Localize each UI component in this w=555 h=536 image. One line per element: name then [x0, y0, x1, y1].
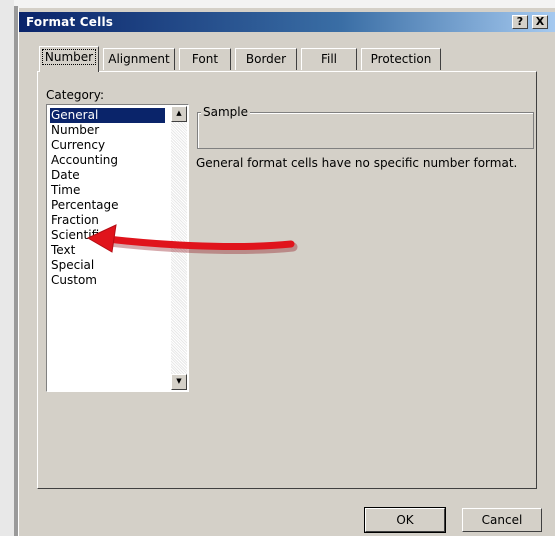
sample-label: Sample [201, 105, 250, 119]
background-page [0, 0, 14, 536]
window-title: Format Cells [26, 15, 114, 29]
scroll-up-icon[interactable]: ▲ [171, 106, 187, 122]
category-item-general[interactable]: General [50, 108, 165, 123]
tab-border[interactable]: Border [235, 48, 297, 70]
category-item-special[interactable]: Special [50, 258, 165, 273]
category-item-accounting[interactable]: Accounting [50, 153, 165, 168]
title-bar[interactable]: Format Cells ? X [19, 12, 555, 32]
category-item-currency[interactable]: Currency [50, 138, 165, 153]
tab-alignment[interactable]: Alignment [103, 48, 175, 70]
close-button[interactable]: X [532, 15, 548, 29]
format-cells-dialog: Format Cells ? X Number Alignment Font B… [18, 8, 555, 536]
ok-button[interactable]: OK [364, 507, 446, 533]
scroll-down-icon[interactable]: ▼ [171, 374, 187, 390]
category-label: Category: [46, 88, 104, 102]
tab-fill[interactable]: Fill [301, 48, 357, 70]
category-item-number[interactable]: Number [50, 123, 165, 138]
category-item-fraction[interactable]: Fraction [50, 213, 165, 228]
tab-strip: Number Alignment Font Border Fill Protec… [39, 46, 539, 72]
category-scrollbar[interactable]: ▲ ▼ [171, 106, 187, 390]
category-item-time[interactable]: Time [50, 183, 165, 198]
cancel-button[interactable]: Cancel [462, 508, 542, 532]
tab-number[interactable]: Number [39, 46, 99, 72]
tab-font[interactable]: Font [179, 48, 231, 70]
category-listbox[interactable]: General Number Currency Accounting Date … [46, 104, 189, 392]
help-button[interactable]: ? [512, 15, 528, 29]
format-description: General format cells have no specific nu… [196, 156, 518, 170]
tab-number-label: Number [41, 49, 97, 65]
category-item-date[interactable]: Date [50, 168, 165, 183]
category-item-scientific[interactable]: Scientific [50, 228, 165, 243]
category-item-percentage[interactable]: Percentage [50, 198, 165, 213]
category-item-text[interactable]: Text [50, 243, 165, 258]
tab-protection[interactable]: Protection [361, 48, 441, 70]
category-item-custom[interactable]: Custom [50, 273, 165, 288]
